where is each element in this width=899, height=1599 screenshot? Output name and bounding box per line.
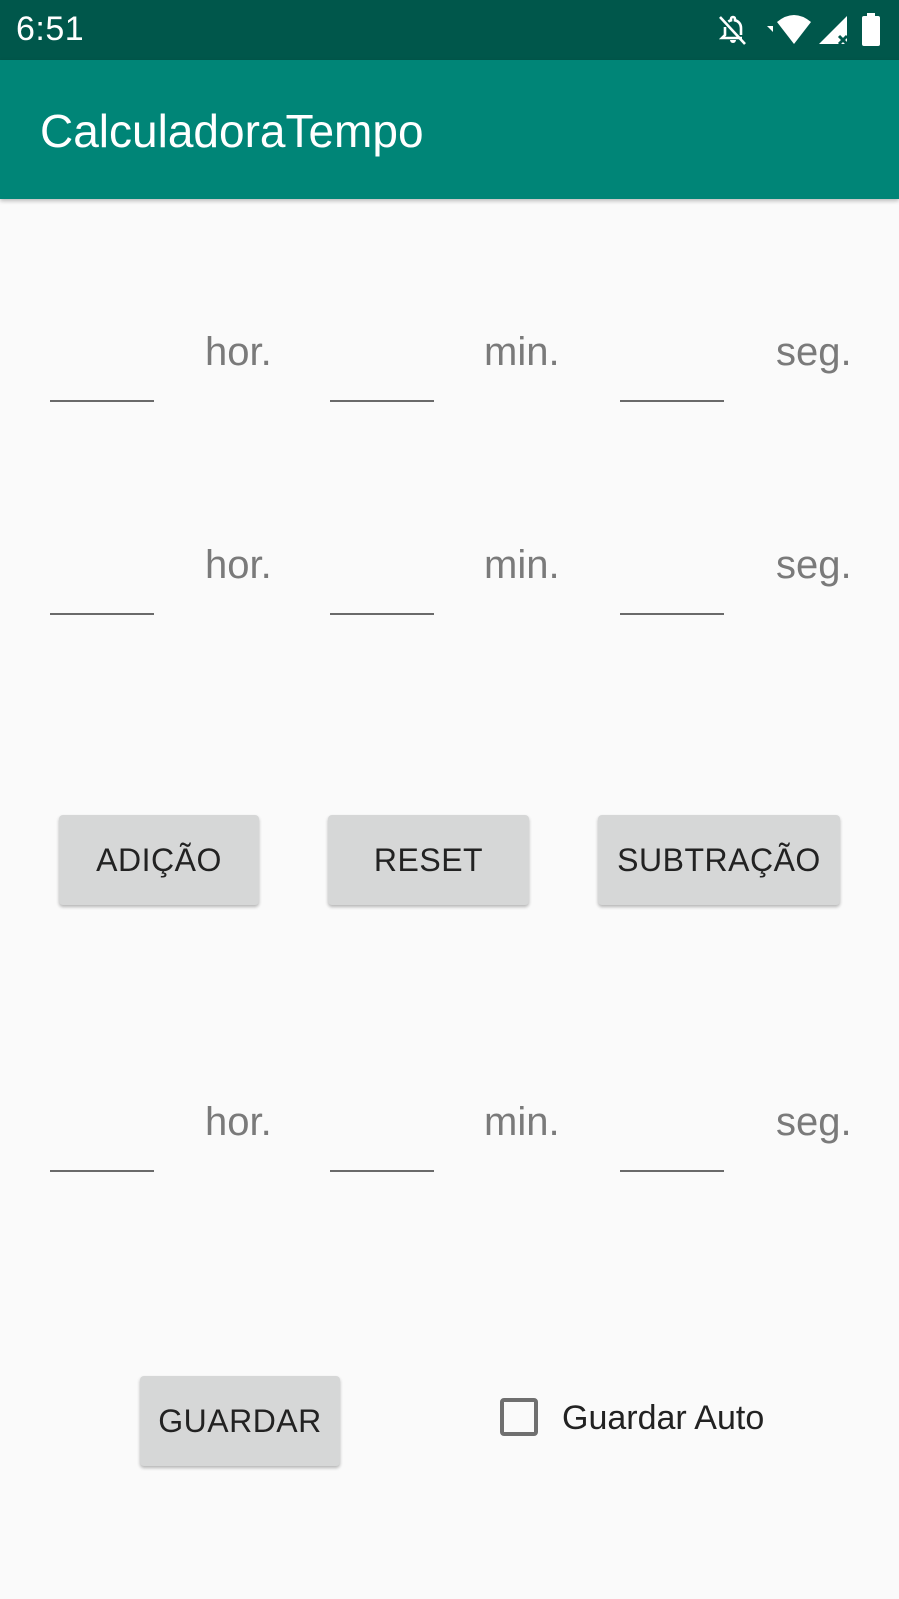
app-bar: CalculadoraTempo: [0, 60, 899, 199]
seconds-label: seg.: [776, 543, 852, 587]
add-button[interactable]: ADIÇÃO: [59, 815, 259, 905]
minutes-input-3[interactable]: [330, 1110, 434, 1172]
seconds-label: seg.: [776, 1100, 852, 1144]
signal-icon: [819, 16, 849, 46]
subtract-button[interactable]: SUBTRAÇÃO: [598, 815, 840, 905]
auto-save-label[interactable]: Guardar Auto: [562, 1399, 764, 1438]
hours-label: hor.: [205, 1100, 272, 1144]
minutes-input-1[interactable]: [330, 340, 434, 402]
seconds-input-3[interactable]: [620, 1110, 724, 1172]
hours-input-2[interactable]: [50, 553, 154, 615]
hours-input-1[interactable]: [50, 340, 154, 402]
wifi-icon: [767, 15, 811, 44]
status-bar: 6:51: [0, 0, 899, 60]
battery-icon: [862, 13, 880, 46]
status-time: 6:51: [16, 10, 85, 48]
reset-button[interactable]: RESET: [328, 815, 529, 905]
seconds-label: seg.: [776, 330, 852, 374]
hours-label: hor.: [205, 543, 272, 587]
minutes-label: min.: [484, 330, 560, 374]
time-row-result: hor. min. seg.: [0, 1100, 899, 1180]
minutes-label: min.: [484, 1100, 560, 1144]
time-row-2: hor. min. seg.: [0, 543, 899, 623]
time-row-1: hor. min. seg.: [0, 330, 899, 410]
hours-label: hor.: [205, 330, 272, 374]
minutes-input-2[interactable]: [330, 553, 434, 615]
app-title: CalculadoraTempo: [40, 105, 424, 157]
hours-input-3[interactable]: [50, 1110, 154, 1172]
notifications-off-icon: [718, 15, 746, 45]
seconds-input-1[interactable]: [620, 340, 724, 402]
auto-save-checkbox[interactable]: [500, 1398, 538, 1436]
minutes-label: min.: [484, 543, 560, 587]
seconds-input-2[interactable]: [620, 553, 724, 615]
save-button[interactable]: GUARDAR: [140, 1376, 340, 1466]
status-icons: [715, 12, 885, 48]
